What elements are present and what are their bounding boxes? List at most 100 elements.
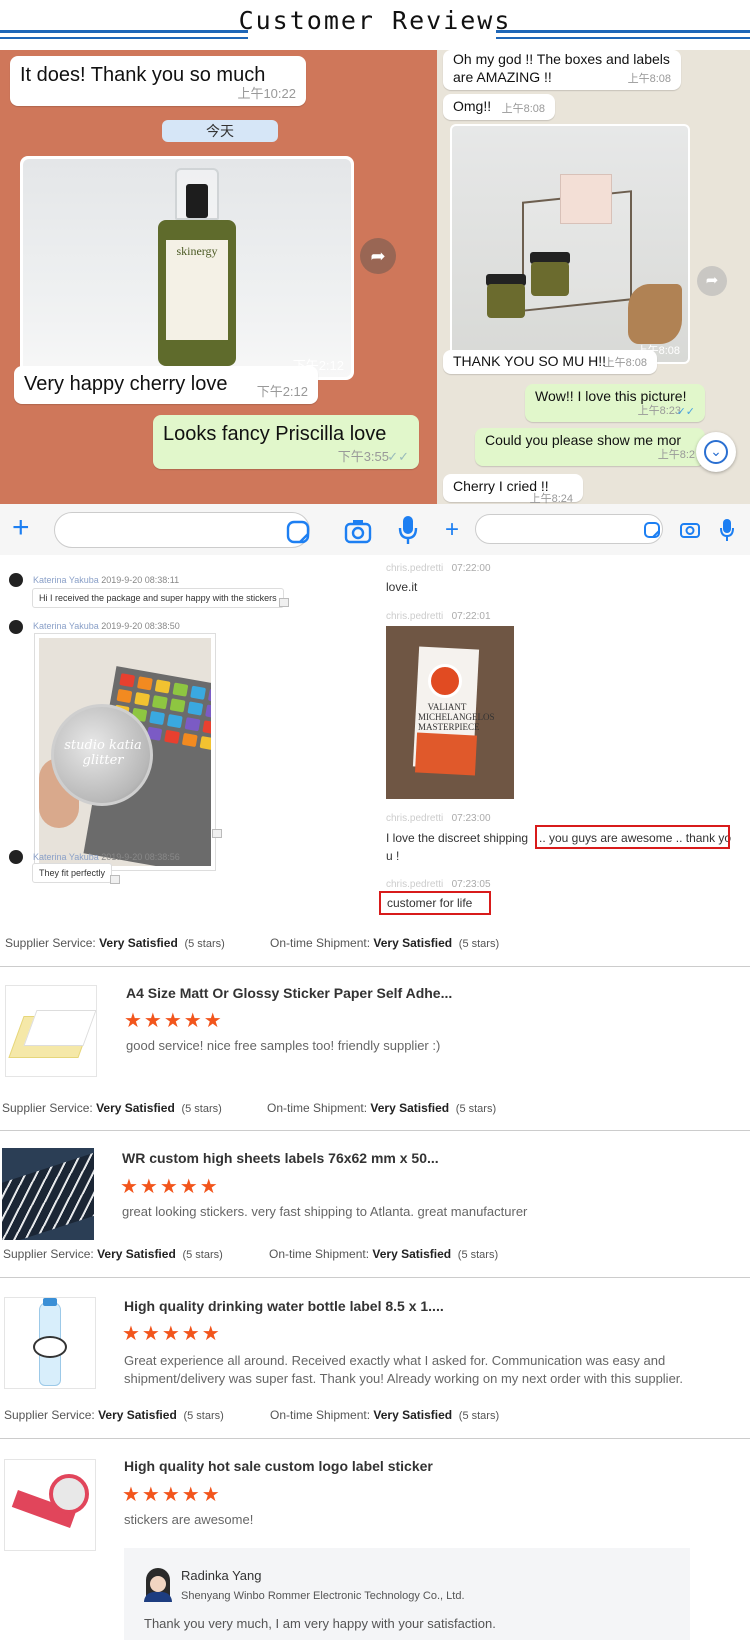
rating-value: Very Satisfied [372,1247,452,1261]
key [116,688,133,704]
message-text-continued: u ! [386,849,400,863]
scroll-to-bottom-button[interactable]: ⌄ [696,432,736,472]
replier-name: Radinka Yang [181,1568,262,1583]
timestamp: 2019-9-20 08:38:50 [101,621,180,631]
dried-leaves [628,284,682,344]
message-text: Very happy cherry love [24,373,228,395]
message-meta: chris.pedretti 07:23:05 [386,879,491,890]
message-meta: chris.pedretti 07:23:00 [386,813,491,824]
product-title-link[interactable]: WR custom high sheets labels 76x62 mm x … [122,1150,439,1166]
forward-button[interactable]: ➦ [360,238,396,274]
rating-row: On-time Shipment: Very Satisfied (5 star… [270,1408,740,1428]
message-meta: Katerina Yakuba 2019-9-20 08:38:11 [33,575,179,585]
message-input[interactable] [54,512,310,548]
microphone-icon[interactable] [719,517,735,543]
key [184,717,201,732]
chat-bubble-incoming: Cherry I cried !! 上午8:24 [443,474,583,504]
chat-screenshot-b: Oh my god !! The boxes and labels are AM… [437,50,750,504]
sticker-sheet [23,1010,96,1046]
supplier-service-label: Supplier Service: [4,1408,95,1422]
product-jar [487,284,525,318]
forward-button[interactable]: ➦ [697,266,727,296]
plus-icon[interactable]: + [12,512,30,544]
sticker-roll [49,1474,89,1514]
message-text-line2: are AMAZING !! [453,69,552,85]
key [151,695,168,710]
product-thumbnail[interactable] [4,1297,96,1389]
divider [0,1277,750,1278]
message-time: 上午8:08 [501,103,545,115]
review-text: stickers are awesome! [124,1512,254,1527]
message-time: 下午2:12 [256,384,308,399]
product-title-link[interactable]: A4 Size Matt Or Glossy Sticker Paper Sel… [126,985,452,1001]
rating-stars-count: (5 stars) [458,1410,500,1422]
chat-photo-valiant-box[interactable]: VALIANT MICHELANGELOS MASTERPIECE [386,626,514,799]
replier-company: Shenyang Winbo Rommer Electronic Technol… [181,1590,465,1602]
translate-icon[interactable] [110,875,120,884]
review-text: Great experience all around. Received ex… [124,1353,684,1386]
shipment-label: On-time Shipment: [269,1247,370,1261]
product-title-link[interactable]: High quality drinking water bottle label… [124,1298,444,1314]
page-title: Customer Reviews [238,6,512,35]
translate-icon[interactable] [212,829,222,838]
camera-icon[interactable] [679,519,701,539]
rating-stars-count: (5 stars) [183,1410,224,1422]
sticker-icon[interactable] [643,521,661,539]
key [181,732,198,748]
read-ticks-icon: ✓✓ [676,406,695,418]
message-time: 上午8:08 [627,73,671,85]
product-thumbnail[interactable] [5,985,97,1077]
chat-input-bar-a: + [0,504,437,556]
microphone-icon[interactable] [398,514,418,546]
camera-icon[interactable] [344,518,372,544]
plus-icon[interactable]: + [445,514,459,546]
page-header: Customer Reviews [0,0,750,50]
key [199,736,211,751]
rating-stars-count: (5 stars) [455,1103,497,1115]
message-time: 上午8:23 [637,405,681,417]
bottle-logo [33,1336,67,1358]
chat-bubble-outgoing: Wow!! I love this picture! 上午8:23 ✓✓ [525,384,705,422]
product-title-link[interactable]: High quality hot sale custom logo label … [124,1458,433,1474]
translate-icon[interactable] [279,598,289,607]
message-bubble: Hi I received the package and super happ… [32,588,284,608]
product-thumbnail[interactable] [2,1148,94,1240]
product-thumbnail[interactable] [4,1459,96,1551]
timestamp: 07:23:00 [451,813,491,824]
bottle-brand-text: skinergy [176,244,218,258]
avatar-body [144,1592,172,1602]
rating-row: On-time Shipment: Very Satisfied (5 star… [270,936,740,956]
box-label: VALIANT MICHELANGELOS MASTERPIECE [418,702,495,732]
key [149,710,166,726]
sticker-icon[interactable] [286,520,310,544]
sender-name: Katerina Yakuba [33,621,99,631]
chat-photo-skinergy-boxes[interactable]: 上午8:08 [450,124,690,364]
header-rule-right-thin [496,37,750,39]
avatar [9,573,23,587]
bottle-pump [186,184,208,218]
rating-value: Very Satisfied [99,936,178,950]
avatar [9,620,23,634]
key [164,729,180,745]
chat-bubble-incoming: Oh my god !! The boxes and labels are AM… [443,50,681,90]
message-text: It does! Thank you so much [20,64,266,86]
chat-photo-glitter[interactable]: studio katia glitter [34,633,216,871]
message-input[interactable] [475,514,663,544]
message-text: Oh my god !! The boxes and labels [453,51,670,67]
rating-stars-count: (5 stars) [457,1249,499,1261]
rating-row: On-time Shipment: Very Satisfied (5 star… [267,1101,737,1121]
key [172,682,189,697]
chat-photo-skinergy-bottle[interactable]: skinergy 下午2:12 [20,156,354,380]
message-time: 上午10:22 [237,86,296,101]
chat-bubble-incoming: THANK YOU SO MU H!! 上午8:08 [443,350,657,374]
key [190,685,207,700]
star-rating-icon: ★★★★★ [120,1176,220,1198]
key [136,676,153,691]
chat-bubble-incoming: It does! Thank you so much 上午10:22 [10,56,306,106]
key [166,713,183,729]
message-meta: chris.pedretti 07:22:01 [386,611,491,622]
shipment-label: On-time Shipment: [270,936,371,950]
divider [0,1438,750,1439]
divider [0,1130,750,1131]
key [202,720,211,735]
